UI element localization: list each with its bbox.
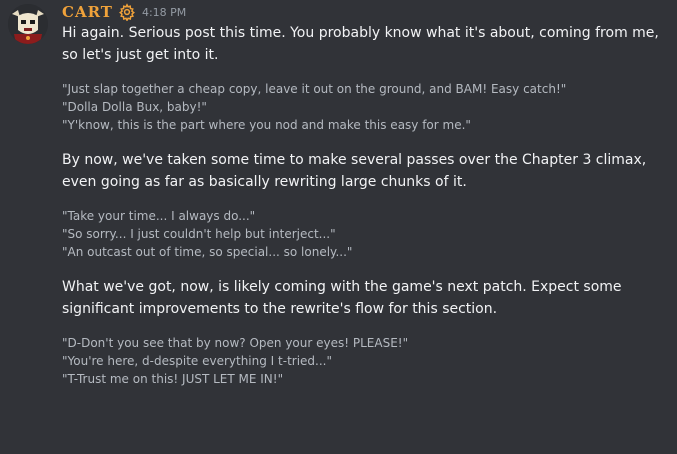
message-header: CART 4:18 PM <box>62 2 186 22</box>
gear-icon[interactable] <box>118 3 136 22</box>
bull-skull-avatar-icon <box>8 4 48 44</box>
message-timestamp[interactable]: 4:18 PM <box>142 6 186 19</box>
user-avatar[interactable] <box>8 4 48 44</box>
paragraph: Hi again. Serious post this time. You pr… <box>62 25 659 63</box>
quote-line: "T-Trust me on this! JUST LET ME IN!" <box>62 372 284 386</box>
quote-line: "Dolla Dolla Bux, baby!" <box>62 100 207 114</box>
quote-block: "D-Don't you see that by now? Open your … <box>62 334 667 388</box>
quote-block: "Just slap together a cheap copy, leave … <box>62 80 667 134</box>
quote-line: "An outcast out of time, so special... s… <box>62 245 353 259</box>
username[interactable]: CART <box>62 3 113 21</box>
quote-line: "Y'know, this is the part where you nod … <box>62 118 471 132</box>
quote-line: "Just slap together a cheap copy, leave … <box>62 82 567 96</box>
quote-line: "You're here, d-despite everything I t-t… <box>62 354 332 368</box>
quote-line: "So sorry... I just couldn't help but in… <box>62 227 336 241</box>
quote-line: "Take your time... I always do..." <box>62 209 256 223</box>
paragraph: What we've got, now, is likely coming wi… <box>62 279 622 317</box>
chat-message: CART 4:18 PM Hi again. Serious post this… <box>0 0 677 454</box>
quote-line: "D-Don't you see that by now? Open your … <box>62 336 409 350</box>
paragraph: By now, we've taken some time to make se… <box>62 152 647 190</box>
quote-block: "Take your time... I always do..." "So s… <box>62 207 667 261</box>
message-content: Hi again. Serious post this time. You pr… <box>62 22 667 388</box>
